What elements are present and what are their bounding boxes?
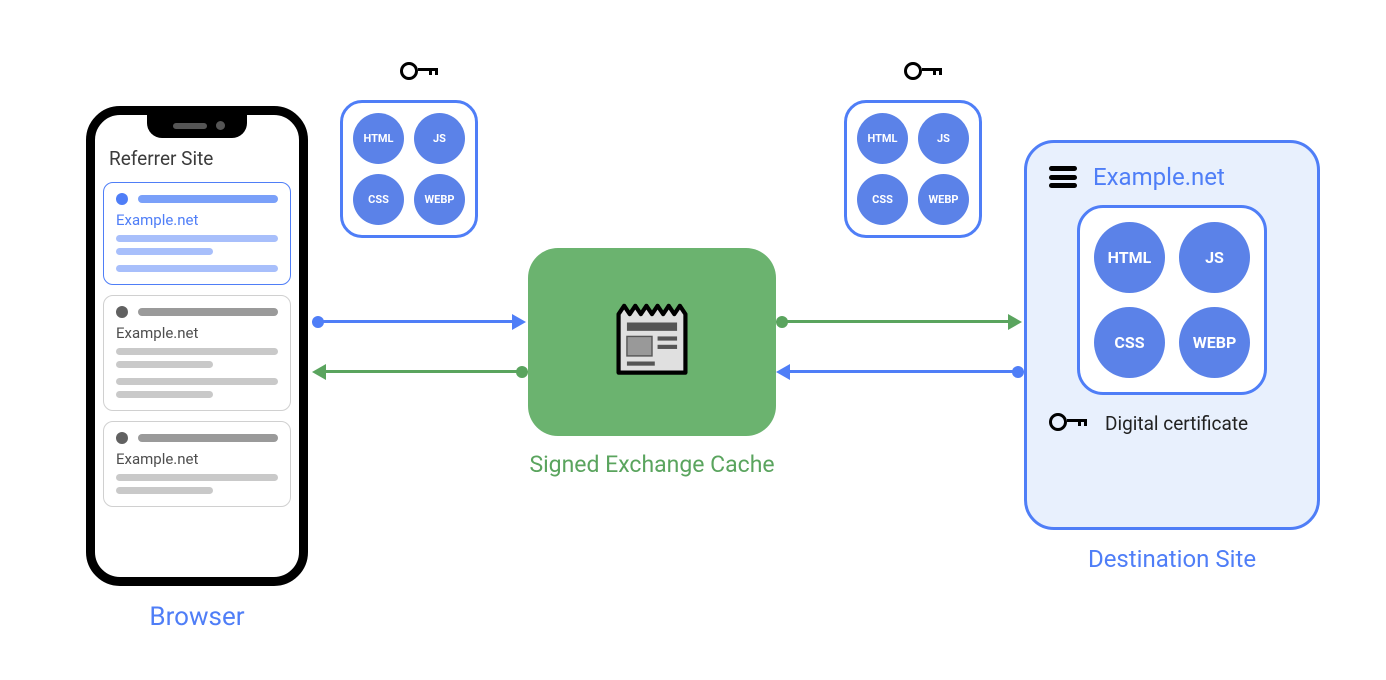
asset-html: HTML — [353, 113, 404, 164]
asset-html: HTML — [1094, 222, 1165, 293]
asset-html: HTML — [857, 113, 908, 164]
signed-exchange-cache — [528, 248, 776, 436]
certificate-label: Digital certificate — [1105, 412, 1248, 435]
arrows-browser-to-cache — [312, 316, 528, 396]
asset-webp: WEBP — [918, 174, 969, 225]
phone-notch — [147, 114, 247, 138]
result-site-name: Example.net — [116, 450, 278, 468]
result-site-name: Example.net — [116, 211, 278, 229]
key-icon — [400, 60, 444, 84]
result-card: Example.net — [103, 295, 291, 411]
asset-webp: WEBP — [1179, 307, 1250, 378]
browser-caption: Browser — [86, 602, 308, 632]
destination-site-box: Example.net HTML JS CSS WEBP Digital cer… — [1024, 140, 1320, 530]
asset-css: CSS — [353, 174, 404, 225]
result-title-bar — [138, 195, 278, 203]
result-site-name: Example.net — [116, 324, 278, 342]
arrows-cache-to-destination — [776, 316, 1024, 396]
key-icon — [1049, 411, 1093, 435]
result-card-selected: Example.net — [103, 182, 291, 285]
signed-bundle-a: HTML JS CSS WEBP — [340, 100, 478, 238]
asset-js: JS — [918, 113, 969, 164]
asset-webp: WEBP — [414, 174, 465, 225]
result-title-bar — [138, 434, 278, 442]
signed-bundle-b: HTML JS CSS WEBP — [844, 100, 982, 238]
key-icon — [904, 60, 948, 84]
asset-js: JS — [414, 113, 465, 164]
destination-caption: Destination Site — [1024, 545, 1320, 573]
asset-css: CSS — [857, 174, 908, 225]
asset-js: JS — [1179, 222, 1250, 293]
favicon-dot — [116, 306, 128, 318]
phone-screen: Referrer Site Example.net Example.net — [103, 143, 291, 569]
destination-assets: HTML JS CSS WEBP — [1077, 205, 1267, 395]
result-card: Example.net — [103, 421, 291, 507]
result-title-bar — [138, 308, 278, 316]
favicon-dot — [116, 432, 128, 444]
destination-title: Example.net — [1093, 163, 1225, 191]
cache-caption: Signed Exchange Cache — [528, 450, 776, 480]
newspaper-icon — [610, 303, 694, 381]
phone-frame: Referrer Site Example.net Example.net — [86, 106, 308, 586]
hamburger-icon — [1049, 166, 1077, 188]
referrer-site-title: Referrer Site — [109, 147, 291, 170]
asset-css: CSS — [1094, 307, 1165, 378]
favicon-dot — [116, 193, 128, 205]
